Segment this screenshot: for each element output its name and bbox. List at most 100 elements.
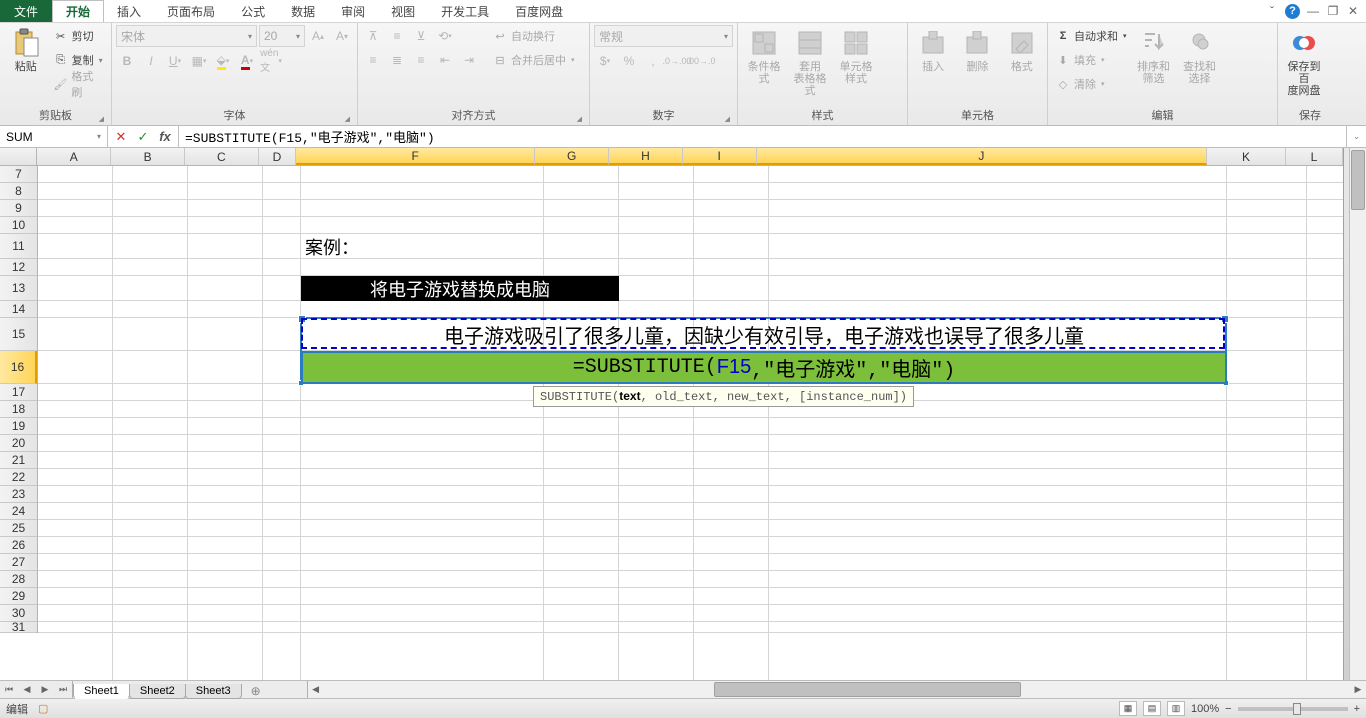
view-page-break-icon[interactable]: ▥ xyxy=(1167,701,1185,716)
table-format-button[interactable]: 套用 表格格式 xyxy=(788,25,832,99)
font-color-icon[interactable]: A▾ xyxy=(236,50,258,72)
format-painter-button[interactable]: 🖌格式刷 xyxy=(50,73,107,95)
align-middle-icon[interactable]: ≡ xyxy=(386,25,408,47)
menu-tab-insert[interactable]: 插入 xyxy=(104,0,154,22)
number-format-combo[interactable]: 常规▾ xyxy=(594,25,733,47)
col-header[interactable]: K xyxy=(1207,148,1286,165)
row-header[interactable]: 18 xyxy=(0,401,37,418)
row-header[interactable]: 9 xyxy=(0,200,37,217)
border-icon[interactable]: ▦▾ xyxy=(188,50,210,72)
font-size-combo[interactable]: 20▾ xyxy=(259,25,305,47)
editing-cell[interactable]: =SUBSTITUTE(F15,"电子游戏","电脑") xyxy=(301,351,1227,384)
new-sheet-icon[interactable]: ⊕ xyxy=(245,684,267,698)
row-header[interactable]: 16 xyxy=(0,351,37,384)
formula-input[interactable]: =SUBSTITUTE(F15,"电子游戏","电脑") xyxy=(179,126,1346,147)
zoom-out-icon[interactable]: − xyxy=(1225,703,1231,715)
horizontal-scrollbar[interactable]: ◀ ▶ xyxy=(307,681,1366,698)
comma-icon[interactable]: , xyxy=(642,50,664,72)
cells-area[interactable]: 案例： 将电子游戏替换成电脑电子游戏吸引了很多儿童，因缺少有效引导，电子游戏也误导… xyxy=(38,166,1343,680)
align-bottom-icon[interactable]: ⊻ xyxy=(410,25,432,47)
insert-function-icon[interactable]: fx xyxy=(154,129,176,144)
align-left-icon[interactable]: ≡ xyxy=(362,49,384,71)
font-name-combo[interactable]: 宋体▾ xyxy=(116,25,257,47)
dec-decimal-icon[interactable]: .00→.0 xyxy=(690,50,712,72)
bold-icon[interactable]: B xyxy=(116,50,138,72)
col-header[interactable]: I xyxy=(683,148,757,165)
formula-enter-icon[interactable]: ✓ xyxy=(132,129,154,145)
menu-tab-developer[interactable]: 开发工具 xyxy=(428,0,502,22)
menu-tab-data[interactable]: 数据 xyxy=(278,0,328,22)
delete-cells-button[interactable]: 删除 xyxy=(956,25,998,75)
row-header[interactable]: 21 xyxy=(0,452,37,469)
col-header[interactable]: B xyxy=(111,148,185,165)
row-header[interactable]: 28 xyxy=(0,571,37,588)
menu-tab-baidu[interactable]: 百度网盘 xyxy=(502,0,576,22)
col-header[interactable]: L xyxy=(1286,148,1343,165)
ribbon-minimize-icon[interactable]: ˇ xyxy=(1265,4,1279,18)
baidu-save-button[interactable]: 保存到百 度网盘 xyxy=(1282,25,1326,99)
row-header[interactable]: 10 xyxy=(0,217,37,234)
row-header[interactable]: 27 xyxy=(0,554,37,571)
orientation-icon[interactable]: ⟲▾ xyxy=(434,25,456,47)
hscroll-thumb[interactable] xyxy=(714,682,1021,697)
formula-cancel-icon[interactable]: ✕ xyxy=(110,129,132,145)
indent-inc-icon[interactable]: ⇥ xyxy=(458,49,480,71)
col-header[interactable]: F xyxy=(296,148,535,165)
row-header[interactable]: 11 xyxy=(0,234,37,259)
align-center-icon[interactable]: ≣ xyxy=(386,49,408,71)
indent-dec-icon[interactable]: ⇤ xyxy=(434,49,456,71)
tab-nav-next-icon[interactable]: ▶ xyxy=(36,681,54,698)
phonetic-icon[interactable]: wén文▾ xyxy=(260,50,282,72)
row-header[interactable]: 24 xyxy=(0,503,37,520)
select-all-corner[interactable] xyxy=(0,148,37,165)
cell[interactable]: 电子游戏吸引了很多儿童，因缺少有效引导，电子游戏也误导了很多儿童 xyxy=(301,318,1227,351)
view-page-layout-icon[interactable]: ▤ xyxy=(1143,701,1161,716)
underline-icon[interactable]: U▾ xyxy=(164,50,186,72)
insert-cells-button[interactable]: 插入 xyxy=(912,25,954,75)
conditional-format-button[interactable]: 条件格式 xyxy=(742,25,786,87)
grow-font-icon[interactable]: A▴ xyxy=(307,25,329,47)
window-restore-icon[interactable]: ❐ xyxy=(1326,4,1340,18)
menu-file[interactable]: 文件 xyxy=(0,0,52,22)
find-select-button[interactable]: 查找和选择 xyxy=(1178,25,1222,87)
merge-center-button[interactable]: ⊟合并后居中▾ xyxy=(489,49,578,71)
sheet-tab[interactable]: Sheet1 xyxy=(73,684,130,699)
cell[interactable]: 案例： xyxy=(301,234,544,259)
sheet-tab[interactable]: Sheet3 xyxy=(185,684,242,699)
menu-tab-home[interactable]: 开始 xyxy=(52,0,104,22)
col-header[interactable]: D xyxy=(259,148,296,165)
col-header[interactable]: C xyxy=(185,148,259,165)
autosum-button[interactable]: Σ自动求和▾ xyxy=(1052,25,1130,47)
hscroll-right-icon[interactable]: ▶ xyxy=(1350,681,1366,698)
row-header[interactable]: 29 xyxy=(0,588,37,605)
row-header[interactable]: 17 xyxy=(0,384,37,401)
row-header[interactable]: 25 xyxy=(0,520,37,537)
clear-button[interactable]: ◇清除▾ xyxy=(1052,73,1130,95)
zoom-slider[interactable] xyxy=(1238,707,1348,711)
zoom-in-icon[interactable]: + xyxy=(1354,703,1360,715)
window-close-icon[interactable]: ✕ xyxy=(1346,4,1360,18)
menu-tab-view[interactable]: 视图 xyxy=(378,0,428,22)
row-header[interactable]: 20 xyxy=(0,435,37,452)
tab-nav-first-icon[interactable]: ⏮ xyxy=(0,681,18,698)
col-header[interactable]: A xyxy=(37,148,111,165)
paste-button[interactable]: 粘贴 xyxy=(4,25,48,75)
vertical-scrollbar[interactable] xyxy=(1349,148,1366,680)
fill-color-icon[interactable]: ⬙▾ xyxy=(212,50,234,72)
view-normal-icon[interactable]: ▦ xyxy=(1119,701,1137,716)
col-header[interactable]: G xyxy=(535,148,609,165)
cell[interactable]: 将电子游戏替换成电脑 xyxy=(301,276,619,301)
row-header[interactable]: 12 xyxy=(0,259,37,276)
wrap-text-button[interactable]: ↩自动换行 xyxy=(489,25,578,47)
align-top-icon[interactable]: ⊼ xyxy=(362,25,384,47)
vscroll-thumb[interactable] xyxy=(1351,150,1365,210)
window-minimize-icon[interactable]: — xyxy=(1306,4,1320,18)
row-header[interactable]: 19 xyxy=(0,418,37,435)
row-header[interactable]: 22 xyxy=(0,469,37,486)
macro-record-icon[interactable]: ▢ xyxy=(38,702,48,715)
format-cells-button[interactable]: 格式 xyxy=(1001,25,1043,75)
tab-nav-last-icon[interactable]: ⏭ xyxy=(54,681,72,698)
sort-filter-button[interactable]: 排序和筛选 xyxy=(1132,25,1176,87)
row-header[interactable]: 23 xyxy=(0,486,37,503)
row-header[interactable]: 26 xyxy=(0,537,37,554)
